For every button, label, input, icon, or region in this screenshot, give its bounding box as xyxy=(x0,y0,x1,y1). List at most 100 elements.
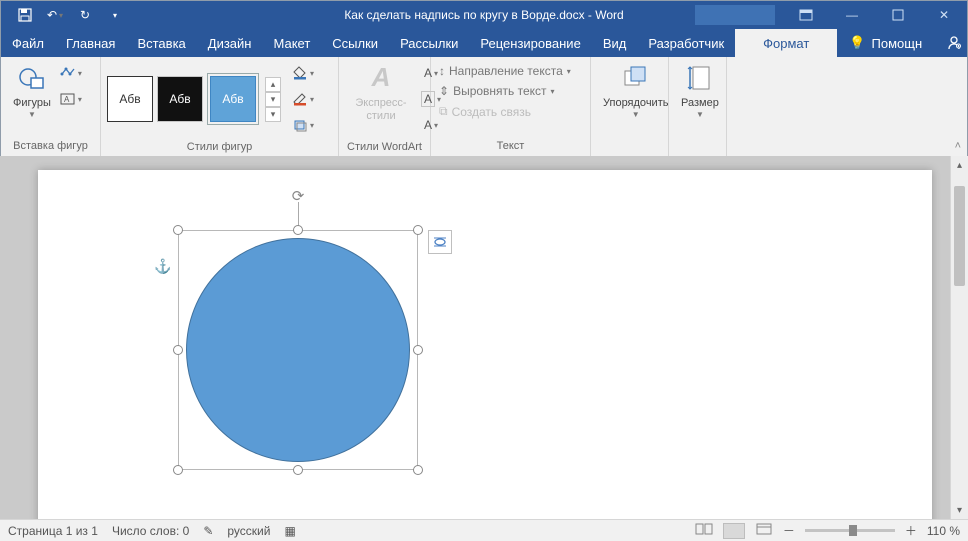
create-link-label: Создать связь xyxy=(452,105,531,119)
selected-shape[interactable]: ⟳ ⚓ xyxy=(178,230,418,470)
arrange-button[interactable]: Упорядочить ▼ xyxy=(597,60,674,119)
link-icon: ⧉ xyxy=(439,104,448,119)
text-direction-button[interactable]: ↕Направление текста▾ xyxy=(439,64,571,78)
anchor-icon[interactable]: ⚓ xyxy=(154,258,171,275)
collapse-ribbon-button[interactable]: ˄ xyxy=(955,140,961,152)
size-label: Размер xyxy=(681,97,719,110)
shape-fill-button[interactable] xyxy=(291,62,315,84)
qat-customize-button[interactable]: ▾ xyxy=(101,1,129,29)
vertical-scrollbar[interactable]: ▴ ▾ xyxy=(950,156,968,519)
language-indicator[interactable]: русский xyxy=(227,524,270,538)
quick-access-toolbar: ↶ ↻ ▾ xyxy=(1,1,129,29)
group-label-wordart: Стили WordArt xyxy=(339,141,430,156)
align-text-icon: ⇕ xyxy=(439,84,449,98)
page-indicator[interactable]: Страница 1 из 1 xyxy=(8,524,98,538)
scroll-thumb[interactable] xyxy=(954,186,965,286)
group-shape-styles: Абв Абв Абв ▴ ▾ ▾ Стили фигур xyxy=(101,57,339,156)
resize-handle-e[interactable] xyxy=(413,345,423,355)
style-preset-1[interactable]: Абв xyxy=(107,76,153,122)
quick-styles-button[interactable]: A Экспресс-стили xyxy=(345,60,417,122)
gallery-more-button[interactable]: ▾ xyxy=(265,107,281,122)
resize-handle-ne[interactable] xyxy=(413,225,423,235)
status-bar: Страница 1 из 1 Число слов: 0 ✎ русский … xyxy=(0,519,968,541)
size-button[interactable]: Размер ▼ xyxy=(675,60,725,119)
group-wordart-styles: A Экспресс-стили A A A Стили WordArt xyxy=(339,57,431,156)
rotation-handle[interactable]: ⟳ xyxy=(290,188,306,204)
ribbon-options-button[interactable] xyxy=(783,1,829,29)
gallery-down-button[interactable]: ▾ xyxy=(265,92,281,107)
group-size: Размер ▼ xyxy=(669,57,727,156)
zoom-level[interactable]: 110 % xyxy=(927,524,960,538)
shape-style-gallery[interactable]: Абв Абв Абв ▴ ▾ ▾ xyxy=(107,73,281,125)
size-icon xyxy=(684,62,716,94)
tab-developer[interactable]: Разработчик xyxy=(637,29,735,57)
undo-button[interactable]: ↶ xyxy=(41,1,69,29)
print-layout-button[interactable] xyxy=(723,523,745,539)
shape-outline-button[interactable] xyxy=(291,88,315,110)
zoom-in-button[interactable]: ＋ xyxy=(905,522,917,539)
scroll-up-button[interactable]: ▴ xyxy=(951,156,968,174)
tab-mailings[interactable]: Рассылки xyxy=(389,29,469,57)
resize-handle-nw[interactable] xyxy=(173,225,183,235)
tab-references[interactable]: Ссылки xyxy=(321,29,389,57)
tab-format[interactable]: Формат xyxy=(735,29,837,57)
spellcheck-button[interactable]: ✎ xyxy=(203,524,213,538)
arrange-icon xyxy=(620,62,652,94)
read-mode-button[interactable] xyxy=(695,522,713,539)
word-count[interactable]: Число слов: 0 xyxy=(112,524,189,538)
quick-styles-label: Экспресс-стили xyxy=(351,97,411,122)
edit-shape-button[interactable] xyxy=(59,62,83,84)
tab-insert[interactable]: Вставка xyxy=(126,29,196,57)
shapes-label: Фигуры xyxy=(13,97,51,110)
zoom-out-button[interactable]: － xyxy=(783,522,795,539)
document-scroll[interactable]: ⟳ ⚓ xyxy=(0,156,950,519)
group-insert-shapes: Фигуры ▼ A Вставка фигур xyxy=(1,57,101,156)
close-button[interactable]: ✕ xyxy=(921,1,967,29)
tab-design[interactable]: Дизайн xyxy=(197,29,263,57)
tab-layout[interactable]: Макет xyxy=(262,29,321,57)
quick-styles-icon: A xyxy=(365,62,397,94)
shapes-icon xyxy=(16,62,48,94)
layout-options-button[interactable] xyxy=(428,230,452,254)
maximize-button[interactable] xyxy=(875,1,921,29)
create-link-button[interactable]: ⧉ Создать связь xyxy=(439,104,571,119)
ribbon: Фигуры ▼ A Вставка фигур Абв Абв Абв ▴ ▾… xyxy=(1,57,967,157)
gallery-scroll: ▴ ▾ ▾ xyxy=(265,77,281,122)
zoom-slider[interactable] xyxy=(805,529,895,532)
web-layout-button[interactable] xyxy=(755,522,773,539)
group-arrange: Упорядочить ▼ xyxy=(591,57,669,156)
shapes-button[interactable]: Фигуры ▼ xyxy=(7,60,57,119)
shape-effects-button[interactable] xyxy=(291,114,315,136)
tab-view[interactable]: Вид xyxy=(592,29,638,57)
account-button[interactable] xyxy=(695,5,775,25)
resize-handle-w[interactable] xyxy=(173,345,183,355)
tell-me-label: Помощн xyxy=(872,36,923,51)
arrange-label: Упорядочить xyxy=(603,97,668,110)
text-direction-icon: ↕ xyxy=(439,64,445,78)
align-text-button[interactable]: ⇕Выровнять текст▾ xyxy=(439,84,571,98)
tab-file[interactable]: Файл xyxy=(1,29,55,57)
tab-review[interactable]: Рецензирование xyxy=(469,29,591,57)
lightbulb-icon: 💡 xyxy=(849,35,865,51)
zoom-slider-knob[interactable] xyxy=(849,525,857,536)
save-button[interactable] xyxy=(11,1,39,29)
page[interactable]: ⟳ ⚓ xyxy=(38,170,932,519)
resize-handle-sw[interactable] xyxy=(173,465,183,475)
resize-handle-se[interactable] xyxy=(413,465,423,475)
resize-handle-n[interactable] xyxy=(293,225,303,235)
tab-home[interactable]: Главная xyxy=(55,29,126,57)
minimize-button[interactable]: ― xyxy=(829,1,875,29)
macro-button[interactable]: ▦ xyxy=(284,524,295,538)
resize-handle-s[interactable] xyxy=(293,465,303,475)
scroll-down-button[interactable]: ▾ xyxy=(951,501,968,519)
circle-shape[interactable] xyxy=(186,238,410,462)
gallery-up-button[interactable]: ▴ xyxy=(265,77,281,92)
draw-textbox-button[interactable]: A xyxy=(59,88,83,110)
rotation-stem xyxy=(298,202,299,226)
style-preset-3-selected[interactable]: Абв xyxy=(207,73,259,125)
share-button[interactable] xyxy=(934,35,968,51)
redo-button[interactable]: ↻ xyxy=(71,1,99,29)
document-area: ⟳ ⚓ ▴ ▾ xyxy=(0,156,968,519)
style-preset-2[interactable]: Абв xyxy=(157,76,203,122)
tell-me-button[interactable]: 💡 Помощн xyxy=(837,35,934,51)
